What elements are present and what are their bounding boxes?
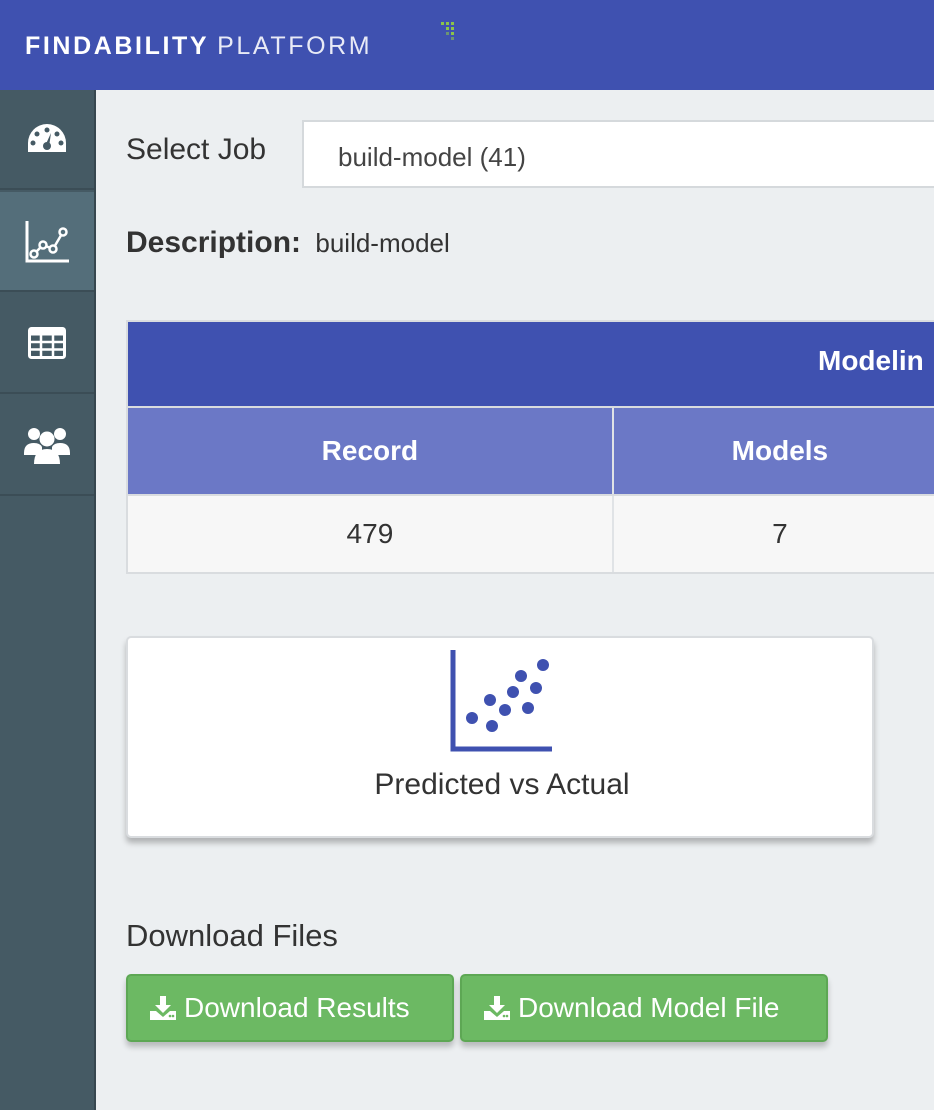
job-select-dropdown[interactable]: build-model (41) — [302, 120, 934, 188]
modeling-summary-table: Modelin Record Models 479 7 — [126, 320, 934, 574]
sidebar-item-data[interactable] — [0, 294, 94, 394]
users-group-icon — [24, 428, 70, 464]
scatter-plot-icon — [450, 650, 552, 752]
table-grid-icon — [28, 327, 66, 359]
description-value: build-model — [315, 228, 450, 258]
card-title: Predicted vs Actual — [374, 768, 630, 801]
download-results-button[interactable]: Download Results — [126, 974, 454, 1042]
main-content: Select Job build-model (41) Description:… — [96, 90, 934, 1110]
column-header-record: Record — [128, 408, 614, 494]
table-header-row: Record Models — [128, 408, 934, 494]
logo-dots-icon — [441, 22, 454, 40]
table-title-row: Modelin — [128, 322, 934, 408]
brand-primary: FINDABILITY — [25, 32, 210, 60]
select-job-label: Select Job — [126, 133, 267, 166]
column-header-models: Models — [731, 435, 829, 466]
sidebar — [0, 90, 96, 1110]
download-icon — [150, 996, 176, 1020]
download-files-heading: Download Files — [126, 918, 338, 953]
download-model-file-button[interactable]: Download Model File — [460, 974, 828, 1042]
sidebar-item-dashboard[interactable] — [0, 90, 94, 190]
description-label: Description: — [126, 226, 302, 259]
predicted-vs-actual-card[interactable]: Predicted vs Actual — [126, 636, 874, 838]
brand-logo[interactable]: FINDABILITY PLATFORM — [25, 32, 372, 62]
table-title: Modelin — [818, 345, 924, 376]
table-cell-record: 479 — [128, 496, 614, 572]
download-model-file-label: Download Model File — [518, 992, 780, 1023]
download-icon — [484, 996, 510, 1020]
table-cell-models: 7 — [772, 518, 788, 549]
chart-line-icon — [25, 221, 69, 263]
description: Description: build-model — [126, 226, 450, 260]
download-results-label: Download Results — [184, 992, 410, 1023]
sidebar-item-users[interactable] — [0, 396, 94, 496]
brand-secondary: PLATFORM — [217, 32, 373, 60]
table-row: 479 7 — [128, 494, 934, 572]
dashboard-gauge-icon — [28, 124, 66, 152]
sidebar-item-models[interactable] — [0, 192, 94, 292]
top-bar: FINDABILITY PLATFORM — [0, 0, 934, 90]
